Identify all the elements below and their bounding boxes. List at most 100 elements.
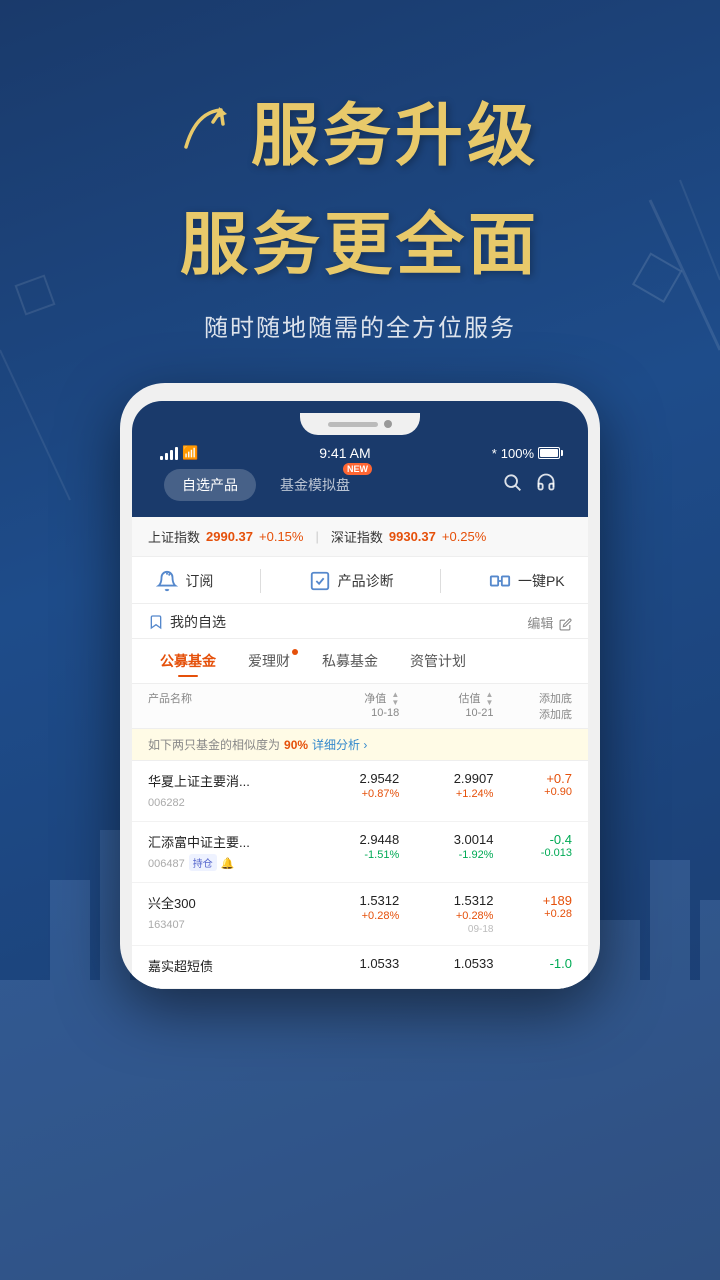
battery-fill (540, 449, 558, 457)
watchlist-title-text: 我的自选 (170, 612, 226, 632)
fund-nav-value: 1.5312 (305, 893, 399, 908)
fund-name-col: 兴全300 163407 (148, 893, 305, 933)
watchlist-edit-btn[interactable]: 编辑 (527, 613, 572, 632)
similarity-pct: 90% (284, 738, 308, 752)
fund-add-col: +189 +0.28 (493, 893, 572, 920)
fund-bell-icon[interactable]: 🔔 (221, 858, 235, 870)
func-pk[interactable]: 一键PK (488, 569, 565, 593)
signal-bars-icon (160, 446, 178, 460)
fund-est-change: +0.28% (399, 910, 493, 922)
fund-name-col: 华夏上证主要消... 006282 (148, 771, 305, 811)
signal-bar-1 (160, 456, 163, 460)
cat-tab-wealth-label: 爱理财 (248, 653, 290, 669)
fund-name-col: 嘉实超短债 (148, 956, 305, 978)
th-est[interactable]: 估值 ▲▼ 10-21 (399, 690, 493, 722)
tab-btn-watchlist[interactable]: 自选产品 (164, 469, 256, 501)
fund-nav-value: 2.9448 (305, 832, 399, 847)
func-subscribe[interactable]: 订阅 (155, 569, 213, 593)
pk-label: 一键PK (518, 571, 565, 591)
phone-content: 上证指数 2990.37 +0.15% | 深证指数 9930.37 +0.25… (132, 517, 588, 989)
fund-row[interactable]: 兴全300 163407 1.5312 +0.28% 1.5312 +0.28%… (132, 883, 588, 946)
hero-title-text2: 服务更全面 (180, 207, 540, 283)
search-icon[interactable] (502, 472, 522, 498)
headset-icon[interactable] (536, 472, 556, 498)
th-nav-label: 净值 ▲▼ (364, 690, 399, 707)
fund-row[interactable]: 汇添富中证主要... 006487持仓🔔 2.9448 -1.51% 3.001… (132, 822, 588, 883)
cat-tab-asset-plan-label: 资管计划 (410, 653, 466, 669)
subscribe-label: 订阅 (185, 571, 213, 591)
fund-add-value: +0.7 (493, 771, 572, 786)
th-add-label: 添加底添加底 (539, 693, 572, 721)
subscribe-icon (155, 569, 179, 593)
fund-add-value: +189 (493, 893, 572, 908)
fund-est-col: 1.0533 (399, 956, 493, 973)
th-nav[interactable]: 净值 ▲▼ 10-18 (305, 690, 399, 722)
fund-add-col: -0.4 -0.013 (493, 832, 572, 859)
wealth-dot-badge (292, 649, 298, 655)
cat-tab-asset-plan[interactable]: 资管计划 (394, 645, 482, 677)
tab-watchlist-label: 自选产品 (182, 477, 238, 493)
fund-code: 163407 (148, 919, 185, 931)
category-tabs: 公募基金 爱理财 私募基金 资管计划 (132, 639, 588, 684)
fund-est-value: 1.5312 (399, 893, 493, 908)
signal-bar-4 (175, 447, 178, 460)
pk-icon (488, 569, 512, 593)
fund-est-value: 1.0533 (399, 956, 493, 971)
fund-est-value: 2.9907 (399, 771, 493, 786)
service-upgrade-arrow-icon (181, 102, 241, 157)
fund-name: 兴全300 (148, 893, 305, 912)
watchlist-header: 我的自选 编辑 (132, 604, 588, 639)
hero-subtitle: 随时随地随需的全方位服务 (0, 308, 720, 343)
fund-nav-date: 09-18 (399, 924, 493, 935)
fund-est-col: 1.5312 +0.28% 09-18 (399, 893, 493, 935)
fund-est-change: -1.92% (399, 849, 493, 861)
new-badge: NEW (343, 463, 372, 475)
fund-nav-change: +0.87% (305, 788, 399, 800)
diagnosis-icon (308, 569, 332, 593)
fund-row[interactable]: 嘉实超短债 1.0533 1.0533 -1.0 (132, 946, 588, 989)
similarity-alert: 如下两只基金的相似度为 90% 详细分析 › (132, 729, 588, 761)
cat-tab-public-fund[interactable]: 公募基金 (144, 645, 232, 677)
watchlist-bookmark-icon (148, 614, 164, 630)
status-time: 9:41 AM (319, 445, 370, 461)
fund-nav-change: +0.28% (305, 910, 399, 922)
sz-index-change: +0.25% (442, 529, 486, 544)
status-bar-left: 📶 (160, 445, 198, 461)
battery-icon (538, 447, 560, 459)
phone-outer: 📶 9:41 AM * 100% 自选产品 (120, 383, 600, 989)
sh-index-change: +0.15% (259, 529, 303, 544)
fund-nav-value: 2.9542 (305, 771, 399, 786)
tab-action-icons (502, 472, 556, 498)
fund-nav-col: 1.5312 +0.28% (305, 893, 399, 922)
sz-index-value: 9930.37 (389, 529, 436, 544)
diagnosis-label: 产品诊断 (338, 571, 394, 591)
similarity-detail-link[interactable]: 详细分析 › (312, 736, 367, 753)
func-diagnosis[interactable]: 产品诊断 (308, 569, 394, 593)
fund-add-sub-value: +0.28 (493, 908, 572, 920)
fund-name: 华夏上证主要消... (148, 771, 305, 790)
fund-code: 006282 (148, 797, 185, 809)
fund-nav-col: 2.9448 -1.51% (305, 832, 399, 861)
cat-tab-private-fund[interactable]: 私募基金 (306, 645, 394, 677)
watchlist-title: 我的自选 (148, 612, 226, 632)
index-item-sz: 深证指数 9930.37 +0.25% (331, 527, 486, 546)
edit-label: 编辑 (527, 616, 553, 631)
fund-row[interactable]: 华夏上证主要消... 006282 2.9542 +0.87% 2.9907 +… (132, 761, 588, 822)
th-add: 添加底添加底 (493, 690, 572, 722)
fund-holding-tag: 持仓 (189, 854, 217, 871)
fund-nav-col: 1.0533 (305, 956, 399, 973)
fund-add-sub-value: -0.013 (493, 847, 572, 859)
camera-dot (384, 420, 392, 428)
hero-title-row2: 服务更全面 (0, 189, 720, 288)
sh-index-name: 上证指数 (148, 527, 200, 546)
th-est-label: 估值 ▲▼ (458, 690, 493, 707)
fund-list: 华夏上证主要消... 006282 2.9542 +0.87% 2.9907 +… (132, 761, 588, 989)
fund-name: 汇添富中证主要... (148, 832, 305, 851)
fund-nav-value: 1.0533 (305, 956, 399, 971)
similarity-text-pre: 如下两只基金的相似度为 (148, 736, 280, 753)
speaker-bar (328, 422, 378, 427)
tab-btn-fund-sim[interactable]: 基金模拟盘 NEW (262, 469, 368, 501)
cat-tab-wealth[interactable]: 爱理财 (232, 645, 306, 677)
function-bar: 订阅 产品诊断 (132, 557, 588, 604)
cat-tab-private-fund-label: 私募基金 (322, 653, 378, 669)
